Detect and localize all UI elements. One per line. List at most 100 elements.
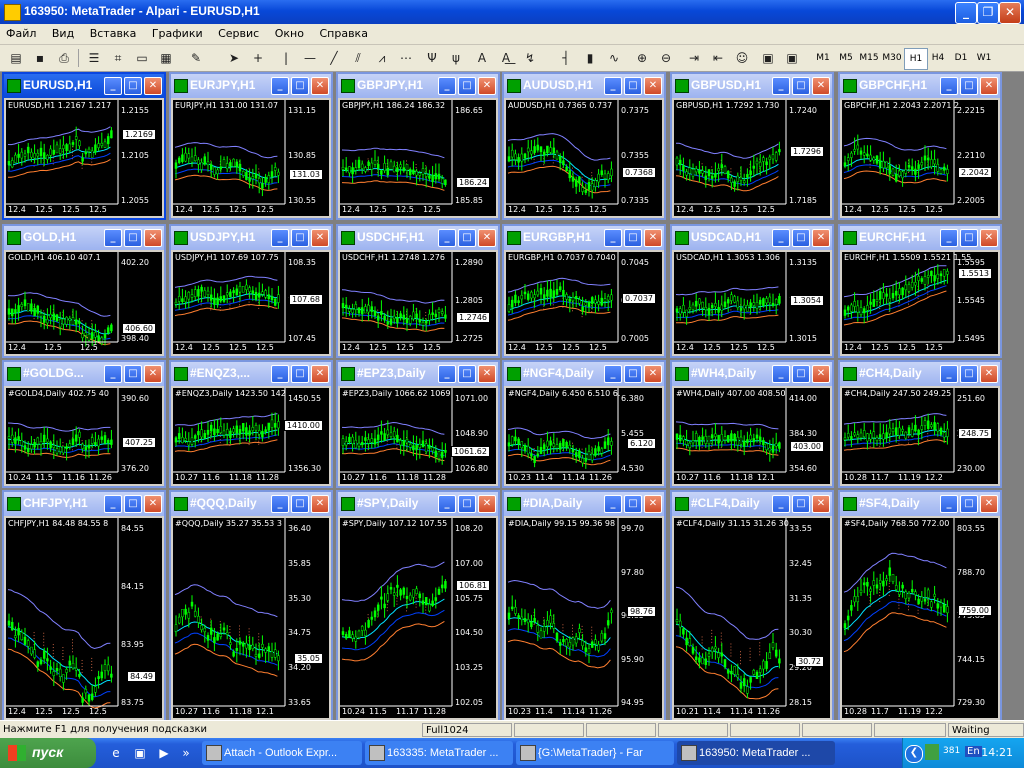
chart-minimize-button[interactable]: _ bbox=[772, 495, 790, 513]
chart-maximize-button[interactable]: □ bbox=[291, 365, 309, 383]
chart-plot-area[interactable]: GBPUSD,H1 1.7292 1.730 1.7240 1.7185 12.4 12… bbox=[674, 100, 830, 216]
chart-window[interactable]: #WH4,Daily _ □ ✕ #WH4,Daily 407.00 408.50 414… bbox=[670, 360, 834, 488]
chart-window-caption[interactable]: #EPZ3,Daily _ □ ✕ bbox=[338, 362, 498, 386]
menu-help[interactable]: Справка bbox=[313, 24, 373, 43]
chart-minimize-button[interactable]: _ bbox=[940, 495, 958, 513]
tray-arrow-icon[interactable]: ❮ bbox=[905, 745, 923, 763]
market-watch-icon[interactable]: ☰ bbox=[84, 48, 104, 68]
minimize-button[interactable]: _ bbox=[955, 2, 977, 24]
chart-window-caption[interactable]: #SPY,Daily _ □ ✕ bbox=[338, 492, 498, 516]
zoom-out-icon[interactable]: ⊖ bbox=[656, 48, 676, 68]
chart-plot-area[interactable]: #SPY,Daily 107.12 107.55 108.20 107.00 105.… bbox=[340, 518, 496, 718]
chart-minimize-button[interactable]: _ bbox=[104, 77, 122, 95]
chart-close-button[interactable]: ✕ bbox=[478, 229, 496, 247]
timeframe-h1[interactable]: H1 bbox=[904, 48, 928, 70]
autoscroll-icon[interactable]: ⇥ bbox=[684, 48, 704, 68]
chart-window[interactable]: GBPJPY,H1 _ □ ✕ GBPJPY,H1 186.24 186.32 186.6… bbox=[336, 72, 500, 220]
language-indicator[interactable]: En bbox=[965, 746, 982, 757]
candle-chart-icon[interactable]: ▮ bbox=[580, 48, 600, 68]
chart-window-caption[interactable]: #CH4,Daily _ □ ✕ bbox=[840, 362, 1000, 386]
timeframe-d1[interactable]: D1 bbox=[950, 48, 972, 68]
channel-icon[interactable]: ⫽ bbox=[348, 48, 368, 68]
chart-plot-area[interactable]: #DIA,Daily 99.15 99.36 9899.7097.8096.85… bbox=[506, 518, 662, 718]
chart-plot-area[interactable]: #GOLD4,Daily 402.75 40 390.60 376.20 10.24 1… bbox=[6, 388, 162, 484]
chart-window-caption[interactable]: #CLF4,Daily _ □ ✕ bbox=[672, 492, 832, 516]
text-tool-icon[interactable]: A bbox=[472, 48, 492, 68]
chart-window-caption[interactable]: CHFJPY,H1 _ □ ✕ bbox=[4, 492, 164, 516]
crosshair-icon[interactable]: + bbox=[248, 48, 268, 68]
menu-tools[interactable]: Сервис bbox=[212, 24, 265, 43]
chart-close-button[interactable]: ✕ bbox=[644, 77, 662, 95]
chart-window[interactable]: #DIA,Daily _ □ ✕ #DIA,Daily 99.15 99.36 98 99… bbox=[502, 490, 666, 722]
chart-minimize-button[interactable]: _ bbox=[940, 365, 958, 383]
chart-close-button[interactable]: ✕ bbox=[144, 365, 162, 383]
chart-window-caption[interactable]: GOLD,H1 _ □ ✕ bbox=[4, 226, 164, 250]
chart-maximize-button[interactable]: □ bbox=[291, 495, 309, 513]
chart-close-button[interactable]: ✕ bbox=[644, 229, 662, 247]
chart-maximize-button[interactable]: □ bbox=[458, 77, 476, 95]
chart-maximize-button[interactable]: □ bbox=[624, 77, 642, 95]
chart-minimize-button[interactable]: _ bbox=[604, 365, 622, 383]
indicator-list-icon[interactable]: ▣ bbox=[758, 48, 778, 68]
chart-maximize-button[interactable]: □ bbox=[792, 365, 810, 383]
chart-minimize-button[interactable]: _ bbox=[604, 77, 622, 95]
close-button[interactable]: ✕ bbox=[999, 2, 1021, 24]
timeframe-m30[interactable]: M30 bbox=[881, 48, 903, 68]
chart-plot-area[interactable]: CHFJPY,H1 84.48 84.55 8 84.55 84.15 83.95 83… bbox=[6, 518, 162, 718]
tester-icon[interactable]: ▦ bbox=[156, 48, 176, 68]
chart-close-button[interactable]: ✕ bbox=[144, 495, 162, 513]
zoom-in-icon[interactable]: ⊕ bbox=[632, 48, 652, 68]
chart-shift-icon[interactable]: ⇤ bbox=[708, 48, 728, 68]
chart-maximize-button[interactable]: □ bbox=[458, 365, 476, 383]
new-chart-icon[interactable]: ▤ bbox=[6, 48, 26, 68]
timeframe-m15[interactable]: M15 bbox=[858, 48, 880, 68]
chart-window-caption[interactable]: USDJPY,H1 _ □ ✕ bbox=[171, 226, 331, 250]
chart-maximize-button[interactable]: □ bbox=[960, 229, 978, 247]
chart-minimize-button[interactable]: _ bbox=[604, 495, 622, 513]
chart-plot-area[interactable]: EURJPY,H1 131.00 131.07 131.15 130.85 130.5… bbox=[173, 100, 329, 216]
timeframe-w1[interactable]: W1 bbox=[973, 48, 995, 68]
chart-minimize-button[interactable]: _ bbox=[104, 365, 122, 383]
chart-window[interactable]: #EPZ3,Daily _ □ ✕ #EPZ3,Daily 1066.62 1069 10… bbox=[336, 360, 500, 488]
history-center-icon[interactable]: ✎ bbox=[186, 48, 206, 68]
chart-plot-area[interactable]: #EPZ3,Daily 1066.62 1069 1071.00 1048.90 10… bbox=[340, 388, 496, 484]
chart-window[interactable]: USDCHF,H1 _ □ ✕ USDCHF,H1 1.2748 1.276 1.2890… bbox=[336, 224, 500, 358]
chart-maximize-button[interactable]: □ bbox=[792, 229, 810, 247]
navigator-icon[interactable]: ⌗ bbox=[108, 48, 128, 68]
start-button[interactable]: пуск bbox=[0, 738, 96, 768]
chart-window-caption[interactable]: GBPCHF,H1 _ □ ✕ bbox=[840, 74, 1000, 98]
chart-close-button[interactable]: ✕ bbox=[644, 495, 662, 513]
chart-close-button[interactable]: ✕ bbox=[812, 229, 830, 247]
chart-window-caption[interactable]: GBPUSD,H1 _ □ ✕ bbox=[672, 74, 832, 98]
chart-plot-area[interactable]: GOLD,H1 406.10 407.1 402.20 398.40 12.4 12.5… bbox=[6, 252, 162, 354]
chart-window-caption[interactable]: EURCHF,H1 _ □ ✕ bbox=[840, 226, 1000, 250]
chart-window[interactable]: EURGBP,H1 _ □ ✕ EURGBP,H1 0.7037 0.7040 0.704… bbox=[502, 224, 666, 358]
chart-window-caption[interactable]: #GOLDG... _ □ ✕ bbox=[4, 362, 164, 386]
chart-maximize-button[interactable]: □ bbox=[960, 495, 978, 513]
chart-window-caption[interactable]: #QQQ,Daily _ □ ✕ bbox=[171, 492, 331, 516]
chart-maximize-button[interactable]: □ bbox=[792, 495, 810, 513]
chart-plot-area[interactable]: #CH4,Daily 247.50 249.25251.60240.80230.… bbox=[842, 388, 998, 484]
restore-button[interactable]: ❐ bbox=[977, 2, 999, 24]
print-icon[interactable]: ⎙ bbox=[54, 48, 74, 68]
chart-plot-area[interactable]: #NGF4,Daily 6.450 6.510 6. 6.380 5.455 4.53… bbox=[506, 388, 662, 484]
chart-minimize-button[interactable]: _ bbox=[438, 365, 456, 383]
chart-maximize-button[interactable]: □ bbox=[291, 77, 309, 95]
chart-minimize-button[interactable]: _ bbox=[271, 229, 289, 247]
chart-window-caption[interactable]: EURJPY,H1 _ □ ✕ bbox=[171, 74, 331, 98]
chart-window[interactable]: CHFJPY,H1 _ □ ✕ CHFJPY,H1 84.48 84.55 8 84.55… bbox=[2, 490, 166, 722]
chart-close-button[interactable]: ✕ bbox=[812, 365, 830, 383]
chart-plot-area[interactable]: USDJPY,H1 107.69 107.75108.35107.90107.4… bbox=[173, 252, 329, 354]
chart-maximize-button[interactable]: □ bbox=[124, 365, 142, 383]
chart-minimize-button[interactable]: _ bbox=[271, 365, 289, 383]
grid-dots-icon[interactable]: ⋯ bbox=[396, 48, 416, 68]
chart-window-caption[interactable]: EURUSD,H1 _ □ ✕ bbox=[4, 74, 164, 98]
chart-minimize-button[interactable]: _ bbox=[940, 77, 958, 95]
chart-plot-area[interactable]: USDCHF,H1 1.2748 1.276 1.2890 1.2805 1.2725… bbox=[340, 252, 496, 354]
quicklaunch-arrow-icon[interactable]: » bbox=[178, 745, 194, 761]
chart-window[interactable]: #CH4,Daily _ □ ✕ #CH4,Daily 247.50 249.25 251… bbox=[838, 360, 1002, 488]
chart-window-caption[interactable]: USDCAD,H1 _ □ ✕ bbox=[672, 226, 832, 250]
chart-close-button[interactable]: ✕ bbox=[980, 229, 998, 247]
task-mt-163335[interactable]: 163335: MetaTrader ... bbox=[365, 741, 513, 765]
chart-window-caption[interactable]: AUDUSD,H1 _ □ ✕ bbox=[504, 74, 664, 98]
